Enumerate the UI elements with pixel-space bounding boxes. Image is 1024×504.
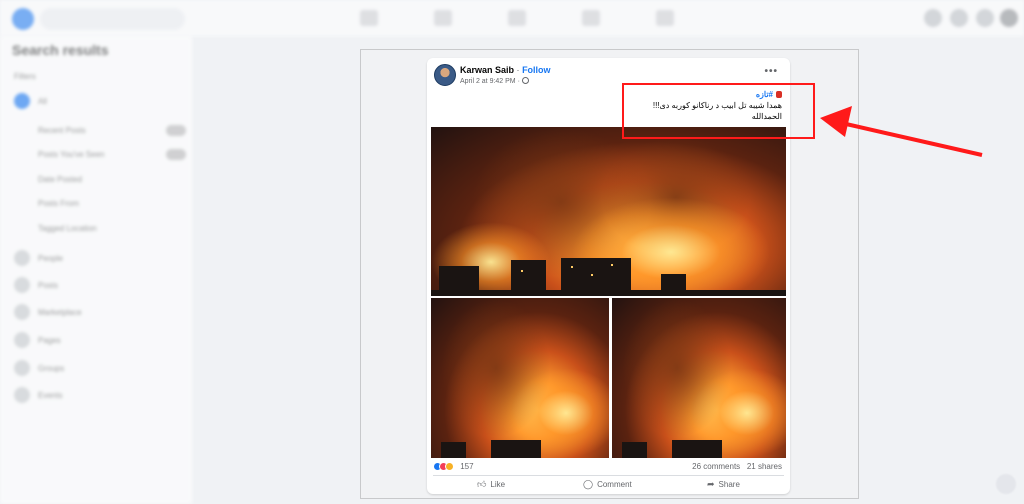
arrow-shaft <box>845 122 983 157</box>
arrow-head <box>820 106 852 137</box>
scroll-button[interactable] <box>996 474 1016 494</box>
page: Search results Filters All Recent Posts … <box>0 0 1024 504</box>
annotation-arrow-icon <box>820 106 983 157</box>
